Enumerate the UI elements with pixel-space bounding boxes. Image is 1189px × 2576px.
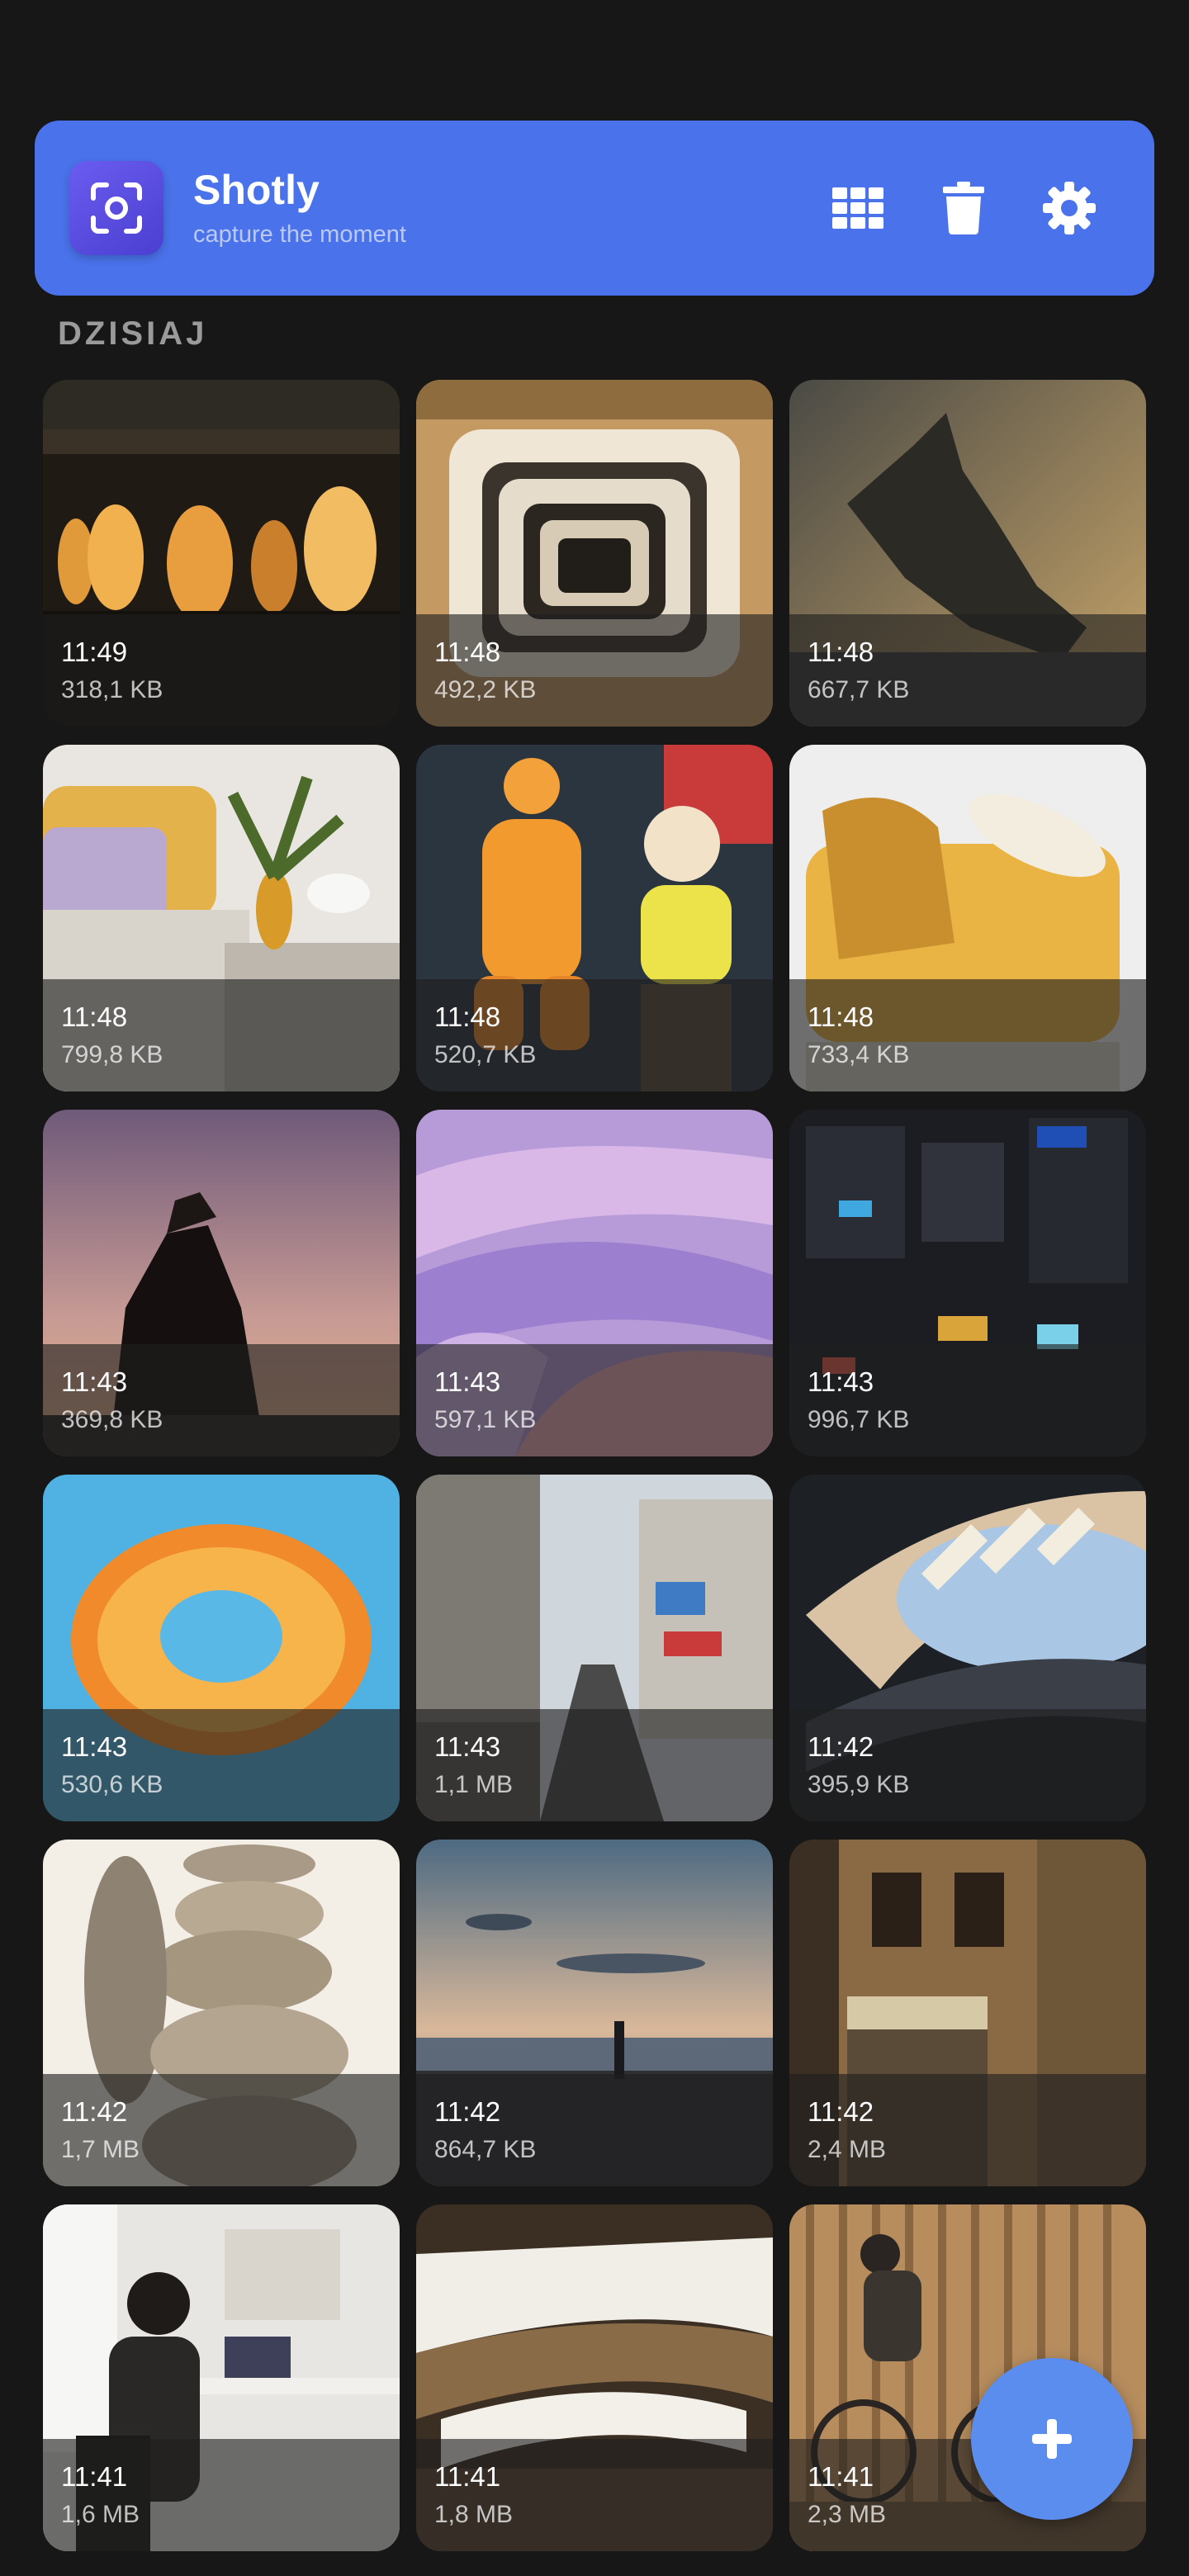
screenshot-time: 11:41 bbox=[61, 2461, 128, 2492]
screenshot-size: 733,4 KB bbox=[808, 1041, 910, 1068]
screenshot-time: 11:42 bbox=[808, 1731, 874, 1762]
screenshot-info: 11:48 799,8 KB bbox=[43, 979, 400, 1091]
screenshot-info: 11:43 530,6 KB bbox=[43, 1709, 400, 1821]
screenshot-tile[interactable]: 11:41 1,6 MB bbox=[43, 2204, 400, 2551]
screenshot-time: 11:48 bbox=[808, 637, 874, 667]
screenshot-tile[interactable]: 11:48 520,7 KB bbox=[416, 745, 773, 1091]
screenshot-size: 799,8 KB bbox=[61, 1041, 163, 1068]
screenshot-time: 11:48 bbox=[434, 1002, 501, 1032]
screenshot-time: 11:42 bbox=[808, 2096, 874, 2127]
screenshot-info: 11:42 395,9 KB bbox=[789, 1709, 1146, 1821]
screenshot-info: 11:42 2,4 MB bbox=[789, 2074, 1146, 2186]
screenshot-grid: 11:49 318,1 KB 11:48 492,2 KB 11:48 667,… bbox=[43, 380, 1146, 2551]
screenshot-tile[interactable]: 11:48 733,4 KB bbox=[789, 745, 1146, 1091]
screenshot-time: 11:48 bbox=[61, 1002, 128, 1032]
screenshot-size: 864,7 KB bbox=[434, 2136, 537, 2163]
add-button[interactable] bbox=[971, 2358, 1133, 2520]
screenshot-size: 369,8 KB bbox=[61, 1406, 163, 1433]
delete-button[interactable] bbox=[935, 179, 992, 237]
screenshot-time: 11:43 bbox=[61, 1731, 128, 1762]
grid-view-icon bbox=[832, 187, 883, 229]
screenshot-tile[interactable]: 11:43 597,1 KB bbox=[416, 1110, 773, 1456]
screenshot-tile[interactable]: 11:43 996,7 KB bbox=[789, 1110, 1146, 1456]
grid-view-button[interactable] bbox=[829, 179, 887, 237]
screenshot-info: 11:43 369,8 KB bbox=[43, 1344, 400, 1456]
screenshot-size: 1,7 MB bbox=[61, 2136, 140, 2163]
screenshot-size: 2,4 MB bbox=[808, 2136, 887, 2163]
screenshot-tile[interactable]: 11:48 667,7 KB bbox=[789, 380, 1146, 727]
screenshot-tile[interactable]: 11:42 2,4 MB bbox=[789, 1840, 1146, 2186]
screenshot-tile[interactable]: 11:42 1,7 MB bbox=[43, 1840, 400, 2186]
app-subtitle: capture the moment bbox=[193, 221, 406, 248]
screenshot-info: 11:42 1,7 MB bbox=[43, 2074, 400, 2186]
app-logo bbox=[69, 161, 163, 255]
screenshot-time: 11:42 bbox=[61, 2096, 128, 2127]
screenshot-tile[interactable]: 11:42 395,9 KB bbox=[789, 1475, 1146, 1821]
screenshot-tile[interactable]: 11:48 799,8 KB bbox=[43, 745, 400, 1091]
screenshot-tile[interactable]: 11:41 1,8 MB bbox=[416, 2204, 773, 2551]
trash-icon bbox=[943, 182, 984, 234]
screenshot-info: 11:43 996,7 KB bbox=[789, 1344, 1146, 1456]
plus-icon bbox=[1032, 2419, 1072, 2459]
screenshot-size: 492,2 KB bbox=[434, 676, 537, 703]
screenshot-info: 11:48 492,2 KB bbox=[416, 614, 773, 727]
screenshot-tile[interactable]: 11:42 864,7 KB bbox=[416, 1840, 773, 2186]
screenshot-info: 11:48 667,7 KB bbox=[789, 614, 1146, 727]
screenshot-size: 1,1 MB bbox=[434, 1771, 514, 1798]
screenshot-time: 11:43 bbox=[61, 1366, 128, 1397]
section-header-today: DZISIAJ bbox=[58, 315, 208, 352]
screenshot-time: 11:49 bbox=[61, 637, 128, 667]
screenshot-info: 11:48 733,4 KB bbox=[789, 979, 1146, 1091]
screenshot-info: 11:43 597,1 KB bbox=[416, 1344, 773, 1456]
screenshot-tile[interactable]: 11:48 492,2 KB bbox=[416, 380, 773, 727]
screenshot-time: 11:48 bbox=[808, 1002, 874, 1032]
screenshot-info: 11:49 318,1 KB bbox=[43, 614, 400, 727]
screenshot-info: 11:43 1,1 MB bbox=[416, 1709, 773, 1821]
screenshot-frame-icon bbox=[91, 182, 142, 234]
screenshot-time: 11:43 bbox=[808, 1366, 874, 1397]
app-bar: Shotly capture the moment bbox=[35, 121, 1154, 296]
screenshot-size: 530,6 KB bbox=[61, 1771, 163, 1798]
screenshot-tile[interactable]: 11:43 530,6 KB bbox=[43, 1475, 400, 1821]
screenshot-size: 996,7 KB bbox=[808, 1406, 910, 1433]
screenshot-tile[interactable]: 11:43 369,8 KB bbox=[43, 1110, 400, 1456]
screenshot-size: 667,7 KB bbox=[808, 676, 910, 703]
screenshot-size: 597,1 KB bbox=[434, 1406, 537, 1433]
screenshot-tile[interactable]: 11:43 1,1 MB bbox=[416, 1475, 773, 1821]
gear-icon bbox=[1043, 182, 1096, 234]
screenshot-size: 520,7 KB bbox=[434, 1041, 537, 1068]
screenshot-size: 1,6 MB bbox=[61, 2501, 140, 2528]
screenshot-info: 11:41 1,8 MB bbox=[416, 2439, 773, 2551]
screenshot-info: 11:48 520,7 KB bbox=[416, 979, 773, 1091]
screenshot-time: 11:48 bbox=[434, 637, 501, 667]
screenshot-size: 395,9 KB bbox=[808, 1771, 910, 1798]
screenshot-time: 11:42 bbox=[434, 2096, 501, 2127]
screenshot-time: 11:41 bbox=[434, 2461, 501, 2492]
screenshot-tile[interactable]: 11:49 318,1 KB bbox=[43, 380, 400, 727]
screenshot-time: 11:43 bbox=[434, 1366, 501, 1397]
screenshot-info: 11:41 1,6 MB bbox=[43, 2439, 400, 2551]
settings-button[interactable] bbox=[1040, 179, 1098, 237]
screenshot-time: 11:43 bbox=[434, 1731, 501, 1762]
screenshot-info: 11:42 864,7 KB bbox=[416, 2074, 773, 2186]
app-title: Shotly bbox=[193, 167, 320, 213]
screenshot-size: 318,1 KB bbox=[61, 676, 163, 703]
screenshot-size: 1,8 MB bbox=[434, 2501, 514, 2528]
